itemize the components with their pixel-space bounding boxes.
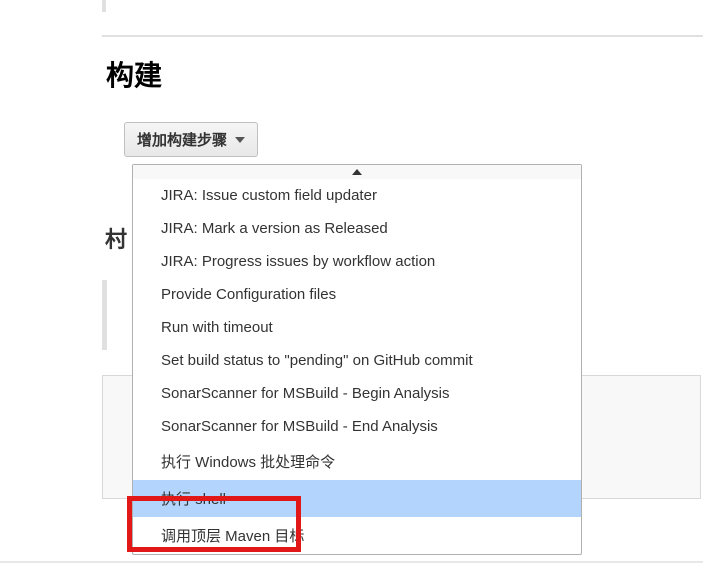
side-accent-bar <box>102 280 107 350</box>
menu-item-maven-target[interactable]: 调用顶层 Maven 目标 <box>133 517 581 554</box>
add-build-step-label: 增加构建步骤 <box>137 129 227 150</box>
menu-item-windows-batch[interactable]: 执行 Windows 批处理命令 <box>133 443 581 480</box>
menu-item-run-timeout[interactable]: Run with timeout <box>133 311 581 344</box>
dropdown-scroll-up[interactable] <box>133 165 581 179</box>
menu-item-jira-custom-field[interactable]: JIRA: Issue custom field updater <box>133 179 581 212</box>
menu-item-jira-mark-released[interactable]: JIRA: Mark a version as Released <box>133 212 581 245</box>
dropdown-menu-list: JIRA: Issue custom field updater JIRA: M… <box>133 179 581 554</box>
build-step-dropdown: JIRA: Issue custom field updater JIRA: M… <box>132 164 582 555</box>
chevron-down-icon <box>235 137 245 143</box>
obscured-section-label: 村 <box>105 222 127 254</box>
menu-item-sonar-end[interactable]: SonarScanner for MSBuild - End Analysis <box>133 410 581 443</box>
footer-divider <box>0 561 703 563</box>
top-accent-bar <box>102 0 106 12</box>
section-divider <box>102 35 703 37</box>
menu-item-sonar-begin[interactable]: SonarScanner for MSBuild - Begin Analysi… <box>133 377 581 410</box>
menu-item-execute-shell[interactable]: 执行 shell <box>133 480 581 517</box>
menu-item-provide-config[interactable]: Provide Configuration files <box>133 278 581 311</box>
section-title-build: 构建 <box>106 54 162 94</box>
menu-item-jira-progress[interactable]: JIRA: Progress issues by workflow action <box>133 245 581 278</box>
chevron-up-icon <box>352 169 362 175</box>
menu-item-github-status[interactable]: Set build status to "pending" on GitHub … <box>133 344 581 377</box>
add-build-step-button[interactable]: 增加构建步骤 <box>124 122 258 157</box>
